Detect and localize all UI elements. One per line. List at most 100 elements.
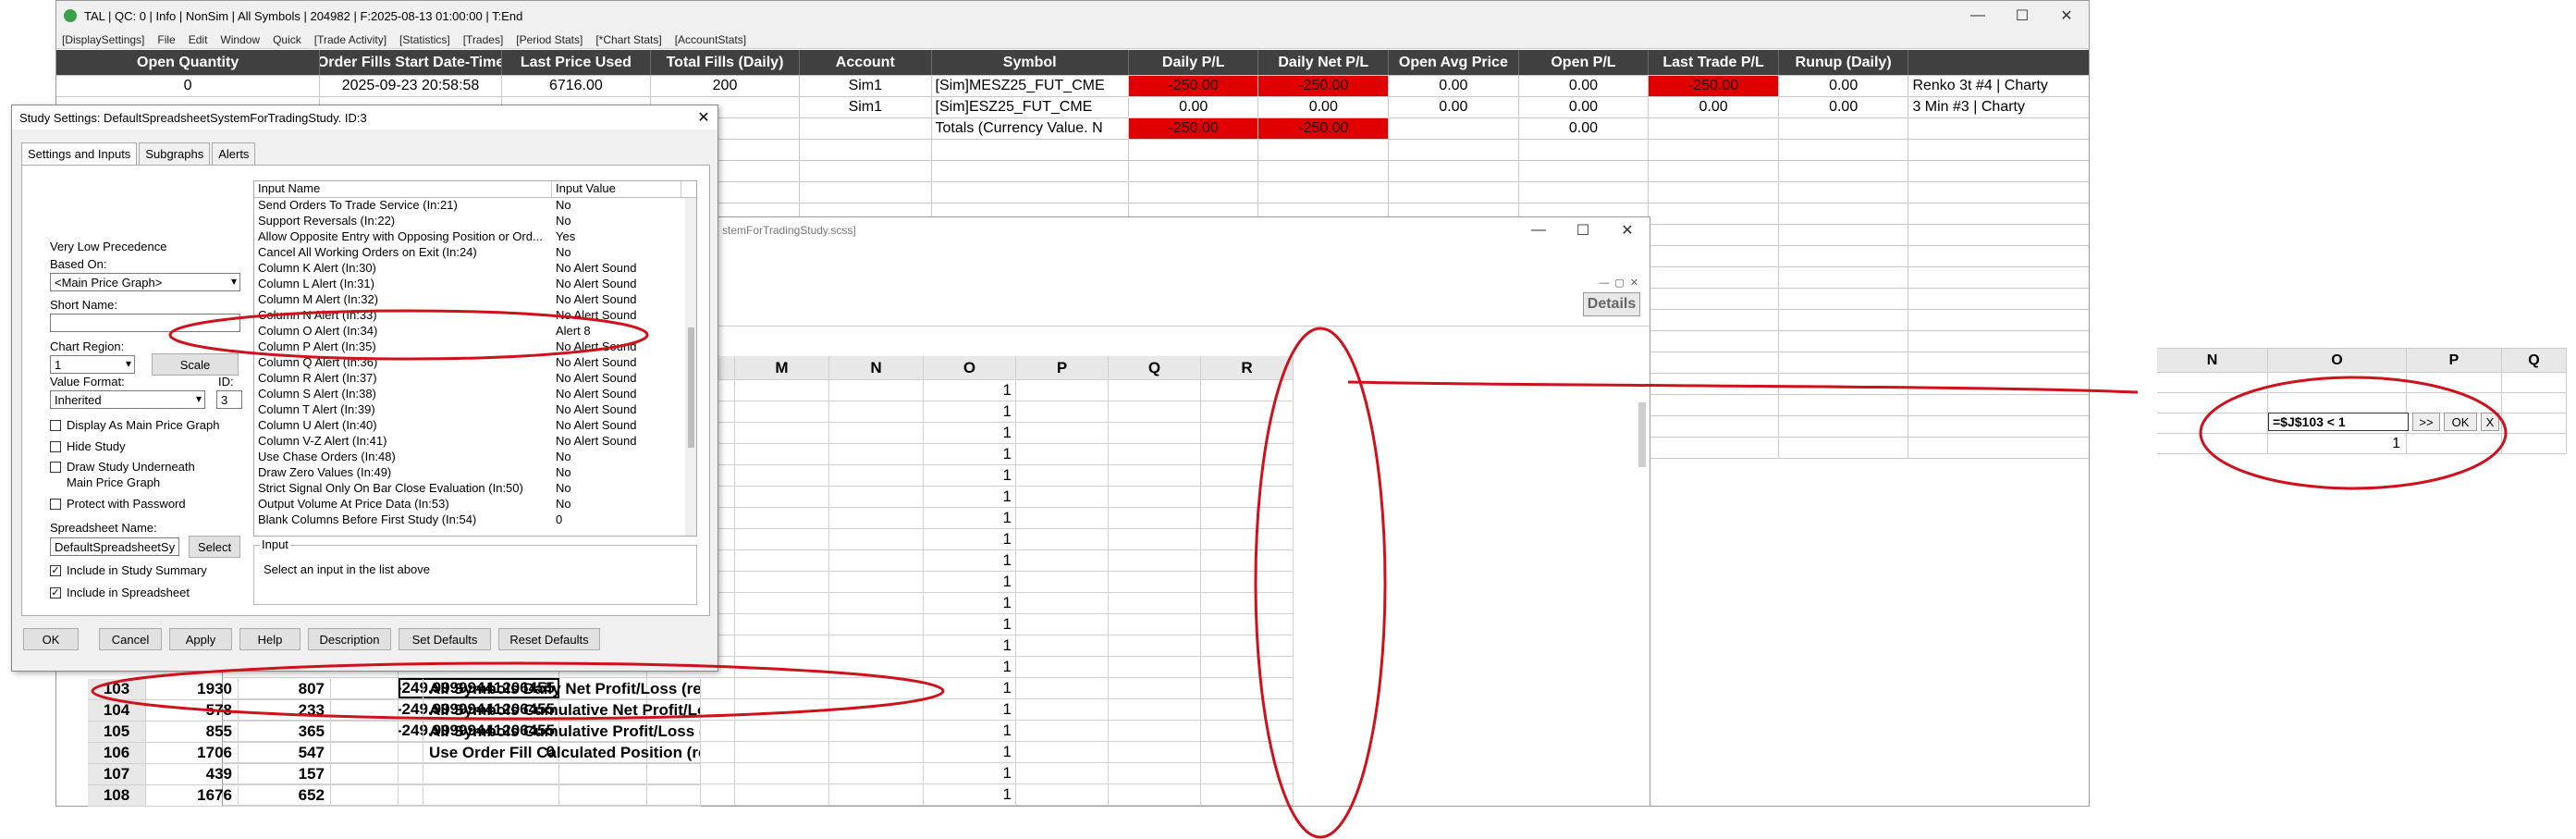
cell-m[interactable] <box>735 593 829 613</box>
input-row[interactable]: Draw Zero Values (In:49) No <box>254 465 696 481</box>
row-label[interactable] <box>423 764 701 784</box>
input-value-header[interactable]: Input Value <box>552 181 681 197</box>
cell-q[interactable] <box>1109 721 1201 741</box>
cell-m[interactable] <box>735 380 829 401</box>
row-number[interactable]: 108 <box>88 785 146 806</box>
cell-m[interactable] <box>735 487 829 507</box>
cell-n[interactable] <box>829 593 924 613</box>
cell-m[interactable] <box>735 423 829 443</box>
menu-account-stats[interactable]: [AccountStats] <box>675 33 746 46</box>
cell-o[interactable]: 1 <box>924 529 1016 549</box>
row-number[interactable]: 107 <box>88 764 146 784</box>
menu-edit[interactable]: Edit <box>189 33 208 46</box>
cell-n[interactable] <box>829 550 924 571</box>
cell-n[interactable] <box>829 508 924 528</box>
cell-p[interactable] <box>1016 721 1109 741</box>
cell-q[interactable] <box>1109 529 1201 549</box>
spreadsheet-scrollbar[interactable] <box>1638 402 1646 467</box>
description-button[interactable]: Description <box>308 628 391 650</box>
cell-c[interactable]: 365 <box>239 722 331 742</box>
cell-q[interactable] <box>1109 550 1201 571</box>
close-icon[interactable]: ✕ <box>690 108 718 127</box>
cell-o[interactable]: 1 <box>924 465 1016 486</box>
cell-r[interactable] <box>1201 401 1294 422</box>
inner-window-controls-icon[interactable]: —▢✕ <box>1599 277 1644 289</box>
cell-p[interactable] <box>1016 763 1109 783</box>
cell-r[interactable] <box>1201 593 1294 613</box>
cell-d[interactable] <box>331 743 423 763</box>
header-open-avg-price[interactable]: Open Avg Price <box>1389 50 1519 75</box>
cell-o[interactable]: 1 <box>924 380 1016 401</box>
cell-r[interactable] <box>1201 635 1294 656</box>
cell-p[interactable] <box>1016 508 1109 528</box>
cell-o[interactable]: 1 <box>924 678 1016 698</box>
inset-col-p[interactable]: P <box>2407 349 2502 372</box>
inset-col-n[interactable]: N <box>2157 349 2268 372</box>
cell-r[interactable] <box>1201 508 1294 528</box>
cell-m[interactable] <box>735 784 829 805</box>
cell-r[interactable] <box>1201 784 1294 805</box>
cell-n[interactable] <box>829 423 924 443</box>
trade-grid-row[interactable]: 0 2025-09-23 20:58:58 6716.00 200 Sim1 [Sim]M… <box>56 76 2089 97</box>
cell-r[interactable] <box>1201 487 1294 507</box>
cell-o[interactable]: 1 <box>924 550 1016 571</box>
column-header-p[interactable]: P <box>1016 356 1109 379</box>
cell-q[interactable] <box>1109 444 1201 464</box>
cell-o[interactable]: 1 <box>924 763 1016 783</box>
cell-r[interactable] <box>1201 721 1294 741</box>
cell-b[interactable]: 578 <box>146 700 239 721</box>
set-defaults-button[interactable]: Set Defaults <box>399 628 491 650</box>
cell-q[interactable] <box>1109 635 1201 656</box>
menu-statistics[interactable]: [Statistics] <box>399 33 450 46</box>
input-row[interactable]: Send Orders To Trade Service (In:21) No <box>254 198 696 214</box>
menu-trades[interactable]: [Trades] <box>463 33 504 46</box>
cell-o[interactable]: 1 <box>924 401 1016 422</box>
cell-q[interactable] <box>1109 784 1201 805</box>
inset-col-o[interactable]: O <box>2268 349 2407 372</box>
cell-o[interactable]: 1 <box>924 444 1016 464</box>
input-row[interactable]: Column U Alert (In:40) No Alert Sound <box>254 418 696 434</box>
cell-r[interactable] <box>1201 529 1294 549</box>
cell-o[interactable]: 1 <box>924 721 1016 741</box>
cell-n[interactable] <box>829 784 924 805</box>
inputs-scroll-thumb[interactable] <box>688 327 694 448</box>
cell-n[interactable] <box>829 678 924 698</box>
input-row[interactable]: Blank Columns Before First Study (In:54)… <box>254 512 696 528</box>
formula-edit-input[interactable]: =$J$103 < 1 <box>2268 413 2409 431</box>
cell-r[interactable] <box>1201 657 1294 677</box>
details-button[interactable]: Details <box>1583 292 1640 316</box>
input-row[interactable]: Column Q Alert (In:36) No Alert Sound <box>254 355 696 371</box>
cell-n[interactable] <box>829 635 924 656</box>
input-row[interactable]: Column K Alert (In:30) No Alert Sound <box>254 261 696 277</box>
cell-r[interactable] <box>1201 614 1294 635</box>
cell-n[interactable] <box>829 444 924 464</box>
cell-m[interactable] <box>735 550 829 571</box>
value-format-dropdown[interactable]: Inherited <box>50 390 205 409</box>
based-on-dropdown[interactable]: <Main Price Graph> <box>50 273 240 291</box>
row-number[interactable]: 103 <box>88 679 146 699</box>
cell-o[interactable]: 1 <box>924 742 1016 762</box>
cell-q[interactable] <box>1109 657 1201 677</box>
input-row[interactable]: Column L Alert (In:31) No Alert Sound <box>254 277 696 292</box>
cell-m[interactable] <box>735 465 829 486</box>
input-row[interactable]: Output Volume At Price Data (In:53) No <box>254 497 696 512</box>
row-label[interactable]: All Symbols Cumulative Profit/Loss (re..… <box>423 722 701 742</box>
cell-q[interactable] <box>1109 699 1201 720</box>
select-button[interactable]: Select <box>189 536 240 558</box>
cell-o[interactable]: 1 <box>924 572 1016 592</box>
formula-cancel-button[interactable]: X <box>2481 413 2499 431</box>
cell-c[interactable]: 652 <box>239 785 331 806</box>
formula-expand-button[interactable]: >> <box>2412 413 2440 431</box>
cell-o[interactable]: 1 <box>924 657 1016 677</box>
row-label[interactable]: All Symbols Daily Net Profit/Loss (rea..… <box>423 679 701 699</box>
input-row[interactable]: Column O Alert (In:34) Alert 8 <box>254 324 696 339</box>
cell-n[interactable] <box>829 699 924 720</box>
input-row[interactable]: Column M Alert (In:32) No Alert Sound <box>254 292 696 308</box>
cell-d[interactable] <box>331 700 423 721</box>
input-row[interactable]: Use Chase Orders (In:48) No <box>254 450 696 465</box>
cell-q[interactable] <box>1109 487 1201 507</box>
input-row[interactable]: Column S Alert (In:38) No Alert Sound <box>254 387 696 402</box>
dialog-titlebar[interactable]: Study Settings: DefaultSpreadsheetSystem… <box>12 105 718 130</box>
cell-p[interactable] <box>1016 635 1109 656</box>
header-symbol[interactable]: Symbol <box>932 50 1129 75</box>
